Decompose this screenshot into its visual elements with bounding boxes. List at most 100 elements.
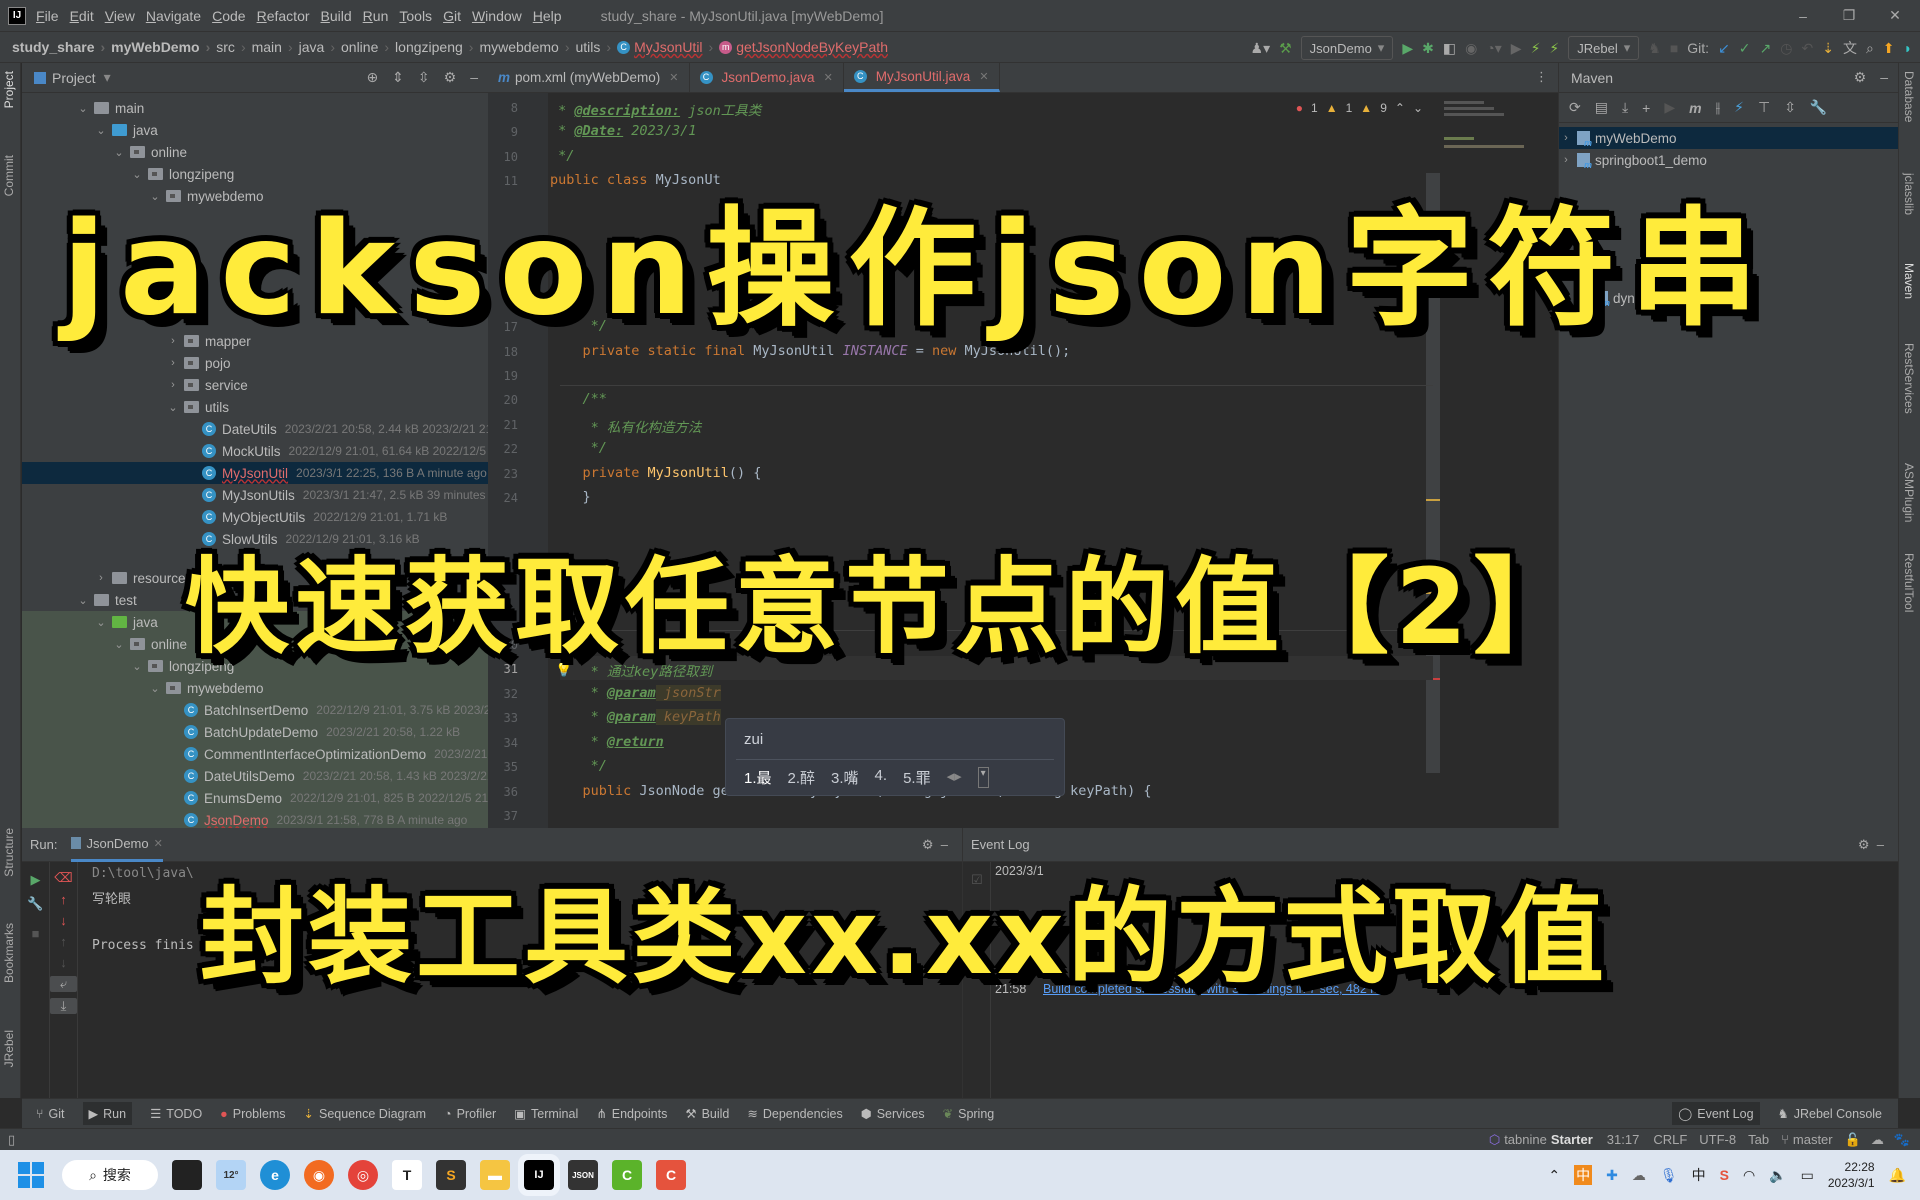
chevron-right-icon[interactable]: ›: [94, 572, 108, 584]
chevron-down-icon[interactable]: ⌄: [130, 660, 144, 673]
git-branch[interactable]: master: [1793, 1132, 1833, 1147]
lock-icon[interactable]: 🔓: [1845, 1132, 1861, 1148]
download-icon[interactable]: ⤓: [1622, 99, 1628, 116]
menu-file[interactable]: File: [36, 8, 59, 24]
chevron-down-icon[interactable]: ⌄: [76, 594, 90, 607]
breadcrumb-java[interactable]: java ›: [299, 39, 341, 55]
wrench-icon[interactable]: 🔧: [22, 896, 49, 912]
tree-item[interactable]: C BatchInsertDemo 2022/12/9 21:01, 3.75 kB…: [22, 699, 488, 721]
btab-terminal[interactable]: ▣ Terminal: [514, 1106, 578, 1122]
translate-icon[interactable]: 文: [1843, 38, 1857, 58]
menu-build[interactable]: Build: [321, 8, 352, 24]
gear-icon[interactable]: ⚙ –: [1858, 837, 1884, 853]
tree-item[interactable]: › service: [22, 374, 488, 396]
scroll-to-end-icon[interactable]: ⤓: [50, 998, 77, 1014]
add-icon[interactable]: +: [1642, 100, 1650, 116]
git-push-icon[interactable]: ↗: [1760, 40, 1772, 57]
reload-icon[interactable]: ⟳: [1569, 99, 1581, 116]
tab-myjsonutil[interactable]: C MyJsonUtil.java ✕: [843, 63, 1000, 92]
stop-icon[interactable]: ■: [1670, 40, 1678, 56]
git-update-icon[interactable]: ↙: [1718, 40, 1730, 57]
run-config-select[interactable]: JsonDemo ▾: [1300, 36, 1394, 60]
menu-code[interactable]: Code: [212, 8, 245, 24]
tree-item[interactable]: › pojo: [22, 352, 488, 374]
menu-refactor[interactable]: Refactor: [257, 8, 310, 24]
breadcrumb-mywebdemo-pkg[interactable]: mywebdemo ›: [479, 39, 575, 55]
typora-icon[interactable]: T: [392, 1160, 422, 1190]
paw-icon[interactable]: 🐾: [1894, 1132, 1910, 1148]
tree-item[interactable]: ⌄ utils: [22, 396, 488, 418]
execute-goal-icon[interactable]: m: [1689, 100, 1701, 116]
btab-endpoints[interactable]: ⋔ Endpoints: [596, 1106, 667, 1122]
hide-icon[interactable]: –: [470, 69, 478, 86]
jrebel-run-icon[interactable]: ⚡: [1531, 40, 1541, 57]
toggle-tool-windows-icon[interactable]: ▯: [8, 1132, 15, 1148]
ime-candidate[interactable]: 5.罪: [903, 767, 931, 788]
tree-item[interactable]: C MyJsonUtils 2023/3/1 21:47, 2.5 kB 39 mi…: [22, 484, 488, 506]
line-separator[interactable]: CRLF: [1653, 1132, 1687, 1147]
toggle-offline-icon[interactable]: ⫲: [1716, 99, 1721, 116]
menu-navigate[interactable]: Navigate: [146, 8, 201, 24]
run-icon[interactable]: ▶: [1402, 40, 1413, 57]
tree-item[interactable]: ⌄ main: [22, 97, 488, 119]
tool-asmplugin[interactable]: ASMPlugin: [1902, 463, 1916, 522]
chevron-down-icon[interactable]: ⌄: [94, 616, 108, 629]
tool-jrebel[interactable]: JRebel: [2, 1030, 16, 1067]
menu-tools[interactable]: Tools: [399, 8, 432, 24]
weather-widget[interactable]: 12°: [216, 1160, 246, 1190]
tool-jclasslib[interactable]: jclasslib: [1902, 173, 1916, 215]
ime-candidate[interactable]: 2.醉: [788, 767, 816, 788]
close-button[interactable]: ✕: [1872, 0, 1918, 31]
expand-all-icon[interactable]: ⇕: [392, 69, 404, 86]
show-deps-icon[interactable]: ⊤: [1758, 99, 1770, 116]
chevron-down-icon[interactable]: ⌄: [94, 124, 108, 137]
tree-item[interactable]: C BatchUpdateDemo 2023/2/21 20:58, 1.22 kB: [22, 721, 488, 743]
close-tab-icon[interactable]: ✕: [824, 71, 833, 84]
profile-icon[interactable]: ◉: [1465, 40, 1477, 57]
git-rollback-icon[interactable]: ↶: [1801, 40, 1813, 57]
attach-icon[interactable]: ◔▾: [1486, 40, 1501, 57]
breadcrumb-myjsonutil[interactable]: C MyJsonUtil ›: [617, 39, 719, 55]
collapse-icon[interactable]: ⇳: [1784, 99, 1796, 116]
tree-item[interactable]: ⌄ java: [22, 119, 488, 141]
search-icon[interactable]: ⌕: [1866, 40, 1874, 57]
cloud-icon[interactable]: ☁: [1871, 1132, 1884, 1148]
restore-button[interactable]: ❐: [1826, 0, 1872, 31]
maven-project[interactable]: ›myWebDemo: [1559, 127, 1899, 149]
clear-icon[interactable]: ⌫: [50, 870, 77, 886]
add-folder-icon[interactable]: ▤: [1595, 99, 1608, 116]
tool-project[interactable]: Project: [2, 71, 16, 108]
tool-structure[interactable]: Structure: [2, 828, 16, 877]
btab-event-log[interactable]: ◯ Event Log: [1672, 1102, 1760, 1125]
tool-database[interactable]: Database: [1902, 71, 1916, 122]
breadcrumb-main[interactable]: main ›: [252, 39, 299, 55]
next-icon[interactable]: ↓: [50, 955, 77, 970]
breadcrumb-study-share[interactable]: study_share ›: [12, 39, 111, 55]
volume-icon[interactable]: 🔈: [1769, 1167, 1786, 1184]
update-icon[interactable]: ⬆: [1883, 40, 1895, 57]
caret-position[interactable]: 31:17: [1607, 1132, 1640, 1147]
btab-spring[interactable]: ❦ Spring: [943, 1106, 995, 1122]
chrome-icon[interactable]: ◎: [348, 1160, 378, 1190]
breadcrumb-longzipeng[interactable]: longzipeng ›: [395, 39, 479, 55]
tree-item[interactable]: C MockUtils 2022/12/9 21:01, 61.64 kB 2022…: [22, 440, 488, 462]
hide-icon[interactable]: –: [1880, 69, 1888, 86]
rerun-icon[interactable]: ▶: [22, 872, 49, 888]
gear-icon[interactable]: ⚙ –: [922, 837, 948, 853]
coverage-icon[interactable]: ◧: [1443, 40, 1456, 57]
ime-expand-icon[interactable]: ▾: [977, 767, 989, 788]
close-tab-icon[interactable]: ✕: [669, 71, 678, 84]
ime-tray-icon[interactable]: 中: [1574, 1165, 1593, 1185]
chevron-right-icon[interactable]: ›: [166, 357, 180, 369]
onedrive-icon[interactable]: ☁: [1632, 1167, 1646, 1184]
indent-setting[interactable]: Tab: [1748, 1132, 1769, 1147]
btab-sequence-diagram[interactable]: ⇣ Sequence Diagram: [304, 1106, 427, 1122]
start-button[interactable]: [18, 1162, 44, 1188]
tool-maven[interactable]: Maven: [1902, 263, 1916, 299]
run-tab-jsondemo[interactable]: JsonDemo ✕: [71, 828, 163, 862]
ime-candidate[interactable]: 1.最: [744, 767, 772, 788]
soft-wrap-icon[interactable]: ⤶: [50, 976, 77, 992]
menu-edit[interactable]: Edit: [70, 8, 94, 24]
ime-candidate-popup[interactable]: zui 1.最 2.醉 3.嘴 4. 5.罪 ◂▸ ▾: [725, 718, 1065, 796]
git-commit-icon[interactable]: ✓: [1739, 40, 1751, 57]
